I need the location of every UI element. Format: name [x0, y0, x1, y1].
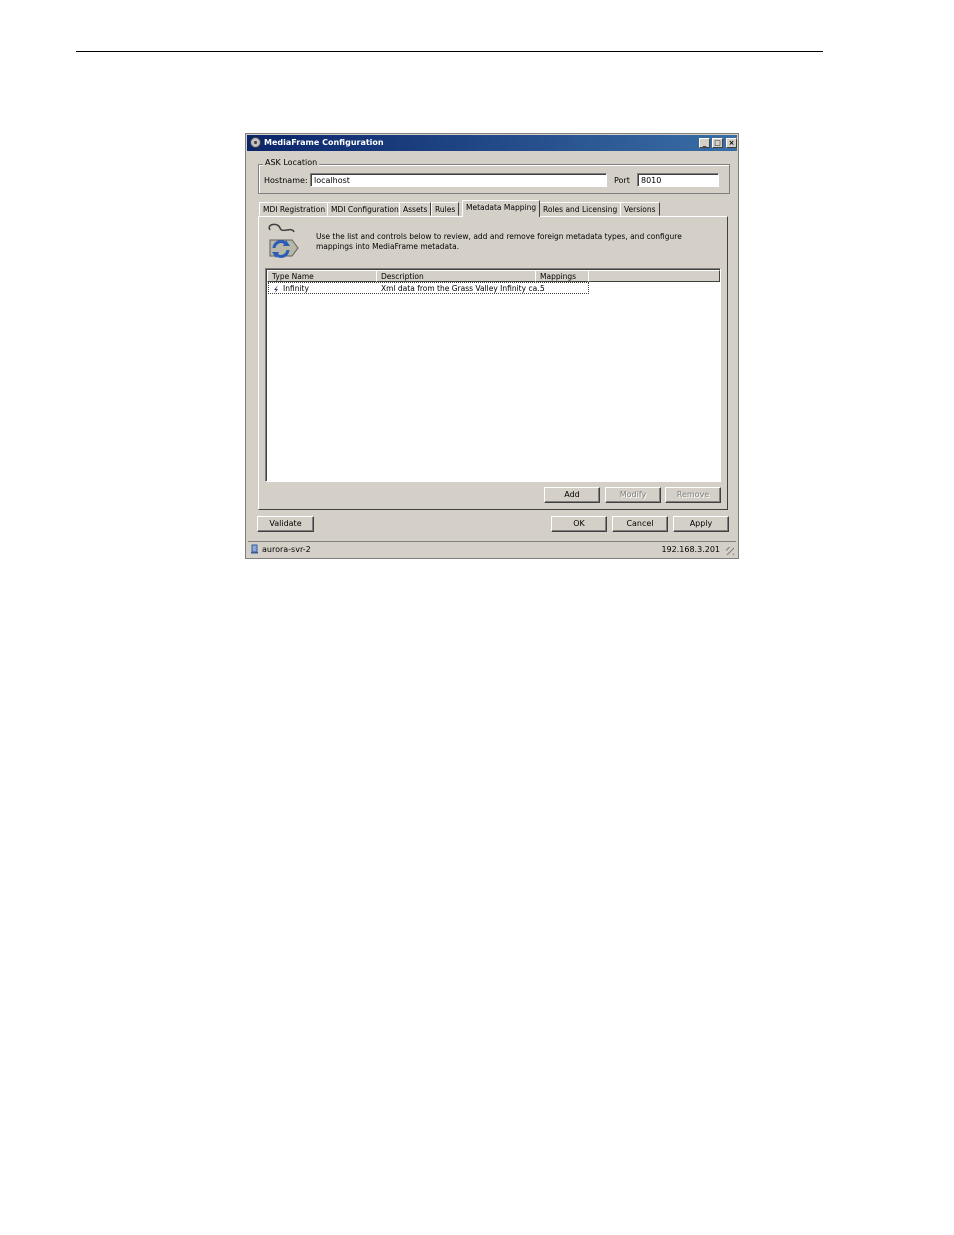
tab-mdi-configuration[interactable]: MDI Configuration: [327, 202, 403, 216]
minimize-button[interactable]: _: [699, 138, 710, 148]
column-mappings[interactable]: Mappings: [535, 270, 589, 282]
column-type-name[interactable]: Type Name: [267, 270, 377, 282]
remove-button[interactable]: Remove: [665, 487, 721, 503]
maximize-button[interactable]: □: [712, 138, 723, 148]
resize-grip[interactable]: [726, 547, 734, 555]
add-button[interactable]: Add: [544, 487, 600, 503]
row-description: Xml data from the Grass Valley Infinity …: [381, 284, 545, 293]
status-server-name: aurora-svr-2: [262, 545, 311, 554]
port-input[interactable]: 8010: [637, 173, 719, 187]
tab-roles-and-licensing[interactable]: Roles and Licensing: [539, 202, 622, 216]
metadata-type-icon: [274, 285, 278, 293]
row-type-name: Infinity: [283, 284, 309, 293]
cancel-button[interactable]: Cancel: [612, 516, 668, 532]
row-mappings: 5: [540, 284, 545, 293]
list-item[interactable]: Infinity Xml data from the Grass Valley …: [268, 282, 589, 294]
hostname-label: Hostname:: [264, 176, 308, 185]
column-filler: [588, 270, 720, 282]
tab-assets[interactable]: Assets: [399, 202, 432, 216]
tab-mdi-registration[interactable]: MDI Registration: [259, 202, 330, 216]
panel-description: Use the list and controls below to revie…: [316, 232, 682, 251]
close-button[interactable]: ×: [726, 138, 737, 148]
tab-versions[interactable]: Versions: [620, 202, 660, 216]
window-title: MediaFrame Configuration: [264, 138, 384, 147]
server-icon: [251, 544, 258, 554]
status-bar: aurora-svr-2 192.168.3.201: [248, 541, 736, 556]
page-header-rule: [76, 51, 823, 52]
title-bar[interactable]: MediaFrame Configuration _ □ ×: [247, 135, 737, 151]
tab-metadata-mapping[interactable]: Metadata Mapping: [462, 200, 541, 217]
modify-button[interactable]: Modify: [605, 487, 661, 503]
tab-rules[interactable]: Rules: [431, 202, 460, 216]
column-description[interactable]: Description: [376, 270, 536, 282]
metadata-mapping-icon: [268, 223, 299, 258]
status-ip-address: 192.168.3.201: [661, 545, 720, 554]
app-icon: [250, 137, 261, 148]
port-label: Port: [614, 176, 630, 185]
validate-button[interactable]: Validate: [257, 516, 314, 532]
mediaframe-config-window: MediaFrame Configuration _ □ × ASK Locat…: [245, 133, 739, 559]
hostname-input[interactable]: localhost: [310, 173, 607, 187]
apply-button[interactable]: Apply: [673, 516, 729, 532]
ok-button[interactable]: OK: [551, 516, 607, 532]
metadata-types-list[interactable]: Type Name Description Mappings Infinity …: [265, 268, 721, 482]
ask-location-legend: ASK Location: [263, 158, 320, 167]
